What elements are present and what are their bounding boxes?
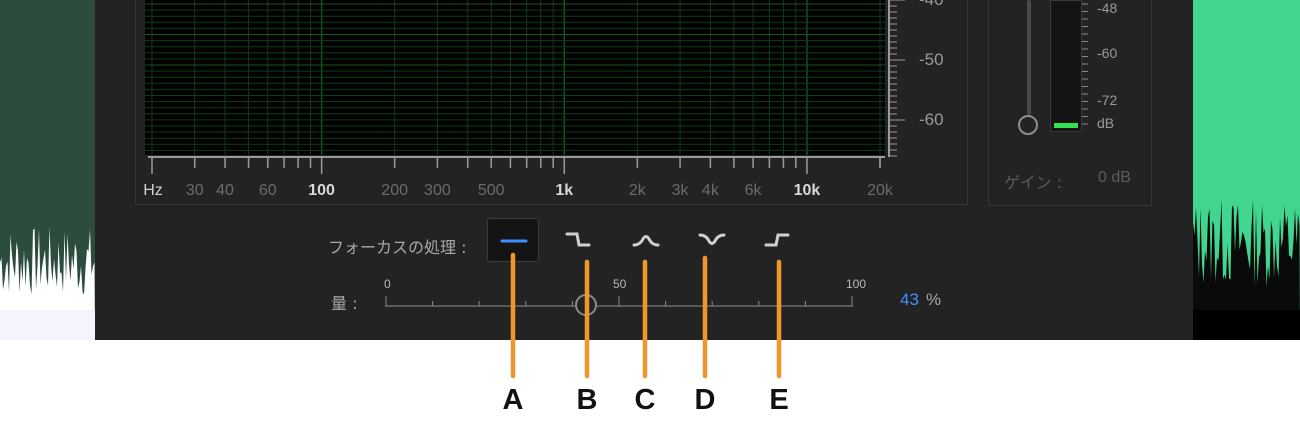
gain-label: ゲイン : [1004,173,1063,192]
amount-unit: % [926,290,942,309]
amount-value[interactable]: 43 [900,290,919,310]
focus-high-button[interactable] [752,218,804,262]
meter-label-48: -48 [1097,0,1118,16]
level-meter-fill [1054,123,1078,128]
focus-mid-cut-button[interactable] [686,218,738,262]
meter-label-db: dB [1097,115,1115,131]
y-tick-label: -60 [919,110,944,129]
amount-label: 量 : [331,294,358,313]
gain-value: 0 dB [1098,169,1131,186]
x-tick-label: 3k [671,182,689,199]
focus-flat-button[interactable] [487,218,539,262]
frequency-graph[interactable] [145,0,885,155]
callout-label: C [634,384,656,416]
amount-scale-min: 0 [384,277,391,291]
callout-label: A [502,384,524,416]
y-tick-label: -40 [919,0,944,10]
x-tick-label: 1k [555,182,574,199]
x-tick-label: 6k [744,182,762,199]
amount-slider-knob[interactable] [575,294,598,316]
focus-processing-label: フォーカスの処理 : [328,238,467,257]
x-tick-label: Hz [143,182,163,199]
gain-slider-knob[interactable] [1018,115,1038,135]
x-tick-label: 300 [424,182,451,199]
x-tick-label: 30 [185,182,204,199]
callout-label: E [769,384,789,416]
callout-label: B [576,384,598,416]
x-tick-label: 2k [628,182,646,199]
meter-label-60: -60 [1097,45,1118,61]
focus-low-button[interactable] [553,218,605,262]
mid-cut-icon [698,233,726,245]
x-tick-label: 20k [867,182,893,199]
x-tick-label: 40 [216,182,234,199]
x-tick-label: 10k [793,182,821,199]
amount-scale-mid: 50 [613,277,627,291]
y-tick-label: -50 [919,50,944,69]
meter-scale-ticks [1082,3,1088,125]
x-tick-label: 200 [381,182,409,199]
x-tick-label: 100 [308,182,335,199]
level-meter [1050,0,1082,132]
amount-slider[interactable] [385,296,855,316]
mid-boost-icon [632,235,660,247]
waveform-right-background [1193,0,1300,340]
meter-label-72: -72 [1097,92,1118,108]
waveform-left-background [0,0,95,340]
gain-slider-track[interactable] [1027,0,1031,115]
flat-curve-icon [500,239,528,243]
callout-label: D [694,384,716,416]
focus-mid-boost-button[interactable] [620,218,672,262]
graph-grid [145,0,885,155]
low-shelf-icon [565,232,591,247]
high-shelf-icon [764,233,790,247]
waveform-left [0,227,95,340]
x-tick-label: 4k [701,182,719,199]
x-tick-label: 60 [258,182,277,199]
x-tick-label: 500 [477,182,505,199]
amount-scale-max: 100 [846,277,867,291]
waveform-right [1193,199,1300,340]
